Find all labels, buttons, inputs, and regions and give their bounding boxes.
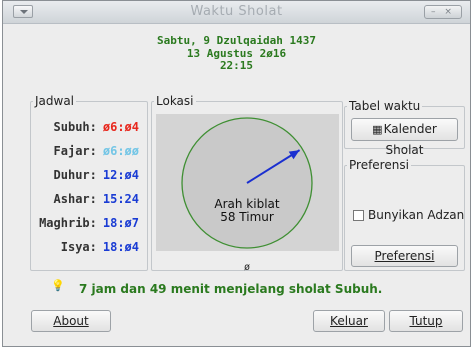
keluar-button-label: Keluar <box>330 314 368 328</box>
prayer-time: 18:ø7 <box>102 216 139 230</box>
kalender-sholat-button[interactable]: ▦Kalender Sholat <box>351 118 458 157</box>
window-title: Waktu Sholat <box>190 4 283 19</box>
current-time: 22:15 <box>219 59 254 72</box>
kiblat-label: Arah kiblat <box>214 197 280 211</box>
jadwal-legend: Jadwal <box>35 94 75 108</box>
jadwal-group: Jadwal Subuh: ø6:ø4 Fajar: ø6:øø Duhur: 12:ø4… <box>30 94 148 271</box>
preferensi-button[interactable]: Preferensi <box>351 245 458 267</box>
adzan-checkbox-row[interactable]: Bunyikan Adzan <box>353 208 464 222</box>
calendar-icon: ▦ <box>372 123 383 136</box>
status-message: 7 jam dan 49 menit menjelang sholat Subu… <box>79 282 383 296</box>
prayer-time: 18:ø4 <box>102 240 139 254</box>
prayer-time: 15:24 <box>102 192 139 206</box>
window-controls[interactable]: – × <box>424 5 462 19</box>
about-button[interactable]: About <box>31 310 111 332</box>
keluar-button[interactable]: Keluar <box>313 310 385 332</box>
lokasi-group: Lokasi Arah kiblat 58 Timur ø <box>151 94 343 273</box>
app-window: Waktu Sholat – × Sabtu, 9 Dzulqaidah 143… <box>2 0 471 347</box>
prayer-row: Ashar: 15:24 <box>54 192 139 206</box>
tutup-button-label: Tutup <box>409 314 443 328</box>
tutup-button[interactable]: Tutup <box>389 310 463 332</box>
kiblat-value: 58 Timur <box>220 210 274 224</box>
kalender-sholat-label: Kalender Sholat <box>383 122 437 157</box>
tabel-waktu-legend: Tabel waktu <box>349 99 421 113</box>
prayer-name: Ashar: <box>53 192 97 206</box>
tabel-waktu-group: Tabel waktu ▦Kalender Sholat <box>344 99 465 157</box>
kiblat-compass <box>181 117 313 249</box>
title-bar: Waktu Sholat – × <box>3 1 470 24</box>
preferensi-legend: Preferensi <box>349 158 409 172</box>
adzan-checkbox[interactable] <box>353 210 364 221</box>
prayer-name: Isya: <box>60 240 97 254</box>
preferensi-group: Preferensi Bunyikan Adzan Preferensi <box>344 158 465 271</box>
prayer-row: Maghrib: 18:ø7 <box>39 216 139 230</box>
prayer-row: Isya: 18:ø4 <box>61 240 139 254</box>
prayer-time: ø6:øø <box>102 144 139 158</box>
lightbulb-icon: 💡 <box>51 279 65 292</box>
prayer-name: Fajar: <box>53 144 97 158</box>
prayer-name: Duhur: <box>53 168 97 182</box>
prayer-name: Subuh: <box>53 120 97 134</box>
preferensi-button-label: Preferensi <box>374 249 435 263</box>
lokasi-legend: Lokasi <box>156 94 194 108</box>
prayer-row: Subuh: ø6:ø4 <box>54 120 139 134</box>
prayer-row: Fajar: ø6:øø <box>54 144 139 158</box>
hijri-date: Sabtu, 9 Dzulqaidah 1437 <box>157 34 316 47</box>
prayer-time: 12:ø4 <box>102 168 139 182</box>
adzan-checkbox-label: Bunyikan Adzan <box>368 208 465 222</box>
compass-bottom-value: ø <box>243 262 251 273</box>
about-button-label: About <box>53 314 89 328</box>
prayer-row: Duhur: 12:ø4 <box>54 168 139 182</box>
prayer-time: ø6:ø4 <box>102 120 139 134</box>
prayer-name: Maghrib: <box>39 216 97 230</box>
